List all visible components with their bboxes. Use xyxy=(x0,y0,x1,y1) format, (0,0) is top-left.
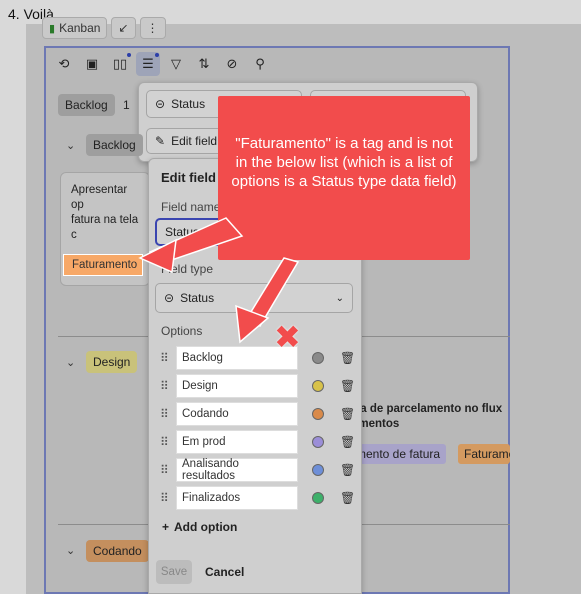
annotation-arrows xyxy=(138,217,300,344)
cross-icon: ✖ xyxy=(274,319,301,355)
annotation-arrow-left-head xyxy=(138,238,177,274)
